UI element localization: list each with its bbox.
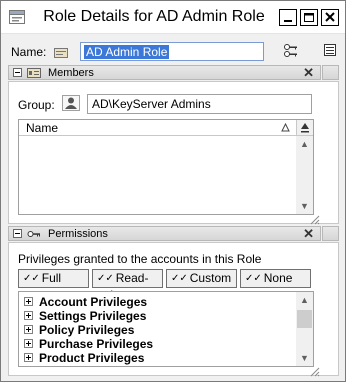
- none-button-label: None: [263, 271, 293, 285]
- permissions-description: Privileges granted to the accounts in th…: [18, 252, 262, 266]
- tree-item-label: Account Privileges: [39, 295, 148, 309]
- collapse-permissions-icon[interactable]: [13, 229, 22, 238]
- group-label: Group:: [18, 98, 55, 112]
- none-button[interactable]: ✓✓ None: [240, 269, 311, 288]
- privileges-scrollbar[interactable]: ▲ ▼: [296, 292, 313, 366]
- close-icon: [322, 10, 338, 25]
- tree-item-label: Settings Privileges: [39, 309, 147, 323]
- title-bar[interactable]: Role Details for AD Admin Role: [1, 1, 345, 33]
- scroll-up-arrow-icon[interactable]: ▲: [296, 292, 313, 308]
- resize-grip-icon[interactable]: [308, 213, 320, 225]
- column-header-name: Name: [26, 121, 59, 135]
- key-icon: [27, 231, 40, 237]
- collapse-members-icon[interactable]: [13, 68, 22, 77]
- user-icon: [65, 97, 77, 109]
- members-column-header[interactable]: Name: [19, 120, 296, 136]
- close-button[interactable]: [321, 9, 339, 26]
- maximize-icon: [301, 10, 317, 25]
- name-field[interactable]: AD Admin Role: [80, 42, 264, 61]
- panel-menu-icon[interactable]: [324, 44, 336, 56]
- role-details-window: Role Details for AD Admin Role Name: AD …: [0, 0, 346, 382]
- column-chooser-button[interactable]: [296, 120, 313, 136]
- checkmarks-icon: ✓✓: [97, 273, 114, 284]
- close-icon[interactable]: ✕: [303, 65, 314, 80]
- minimize-icon: [280, 10, 296, 25]
- expand-icon[interactable]: [24, 353, 33, 362]
- sort-icon: [301, 123, 309, 133]
- tree-item-label: Purchase Privileges: [39, 337, 154, 351]
- privileges-tree: Account Privileges Settings Privileges P…: [18, 291, 314, 367]
- scroll-down-arrow-icon[interactable]: ▼: [296, 198, 313, 214]
- sort-ascending-icon: [281, 123, 290, 132]
- expand-icon[interactable]: [24, 325, 33, 334]
- scroll-thumb[interactable]: [297, 310, 312, 328]
- custom-button[interactable]: ✓✓ Custom: [166, 269, 237, 288]
- permissions-header-strip: [322, 226, 339, 241]
- keys-icon[interactable]: [283, 43, 301, 59]
- expand-icon[interactable]: [24, 311, 33, 320]
- minimize-button[interactable]: [279, 9, 297, 26]
- members-section-header[interactable]: Members ✕: [8, 65, 321, 80]
- full-button[interactable]: ✓✓ Full: [18, 269, 89, 288]
- name-row: Name: AD Admin Role: [1, 33, 345, 65]
- group-picker-button[interactable]: [62, 95, 80, 111]
- checkmarks-icon: ✓✓: [23, 273, 40, 284]
- members-header-strip: [322, 65, 339, 80]
- scroll-down-arrow-icon[interactable]: ▼: [296, 350, 313, 366]
- members-title: Members: [48, 67, 94, 79]
- name-label: Name:: [11, 45, 47, 59]
- role-icon: [54, 48, 68, 58]
- expand-icon[interactable]: [24, 297, 33, 306]
- members-scrollbar[interactable]: ▲ ▼: [296, 136, 313, 214]
- members-table: Name ▲ ▼: [18, 119, 314, 215]
- permissions-section-header[interactable]: Permissions ✕: [8, 226, 321, 241]
- group-field[interactable]: AD\KeyServer Admins: [87, 94, 312, 114]
- checkmarks-icon: ✓✓: [245, 273, 262, 284]
- scroll-up-arrow-icon[interactable]: ▲: [296, 136, 313, 152]
- name-field-value: AD Admin Role: [84, 45, 170, 59]
- tree-item-label: Policy Privileges: [39, 323, 135, 337]
- resize-grip-icon[interactable]: [308, 365, 320, 377]
- full-button-label: Full: [41, 271, 62, 285]
- members-icon: [27, 68, 41, 78]
- tree-item-label: Product Privileges: [39, 351, 145, 365]
- checkmarks-icon: ✓✓: [171, 273, 188, 284]
- read-only-button[interactable]: ✓✓Read-only: [92, 269, 163, 302]
- permissions-title: Permissions: [48, 228, 108, 240]
- close-icon[interactable]: ✕: [303, 226, 314, 241]
- expand-icon[interactable]: [24, 339, 33, 348]
- maximize-button[interactable]: [300, 9, 318, 26]
- custom-button-label: Custom: [189, 271, 232, 285]
